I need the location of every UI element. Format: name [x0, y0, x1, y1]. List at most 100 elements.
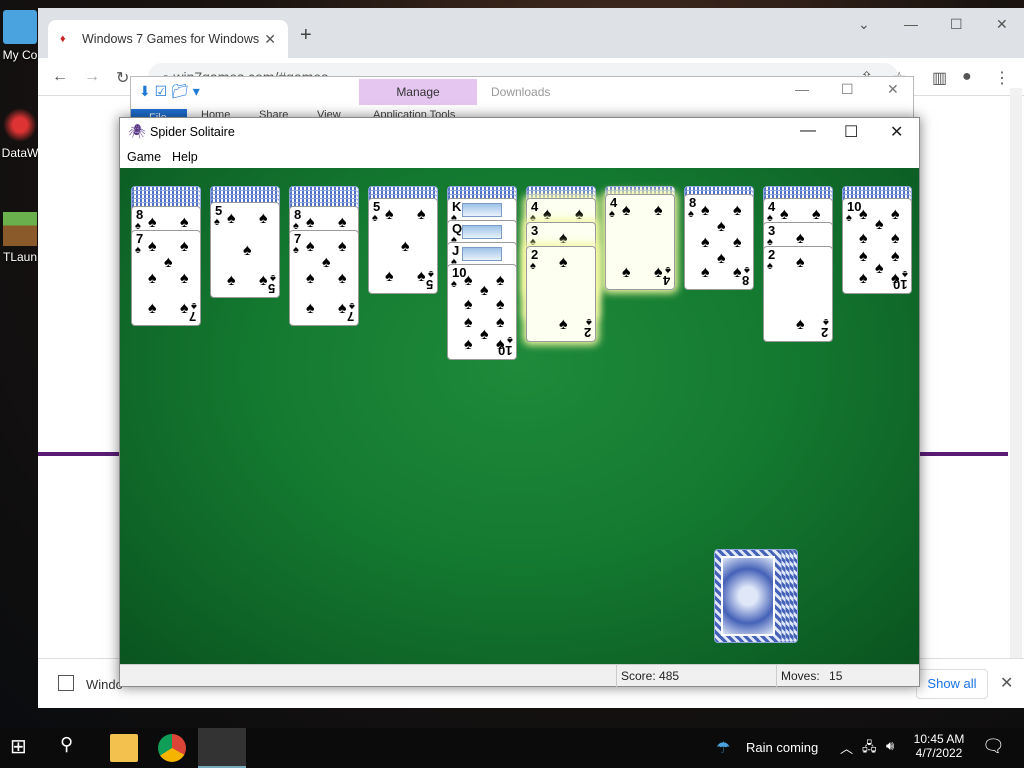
- card[interactable]: 7 ♠ ♠ ♠ ♠ ♠ ♠ ♠ ♠ 7 ♠: [131, 230, 201, 326]
- spade-pip-icon: ♠: [338, 214, 347, 231]
- notification-icon[interactable]: 🗨︎: [982, 736, 1005, 757]
- clock-time: 10:45 AM: [913, 732, 965, 746]
- spade-pip-icon: ♠: [306, 238, 315, 255]
- maximize-button[interactable]: ☐: [844, 122, 858, 142]
- spade-pip-icon: ♠: [180, 238, 189, 255]
- maximize-button[interactable]: ☐: [950, 16, 963, 33]
- minimize-button[interactable]: —: [800, 122, 816, 140]
- card[interactable]: 8 ♠ ♠ ♠ ♠ ♠ ♠ ♠ ♠ ♠ 8 ♠: [684, 194, 754, 290]
- spade-pip-icon: ♠: [559, 230, 568, 247]
- back-icon[interactable]: ←: [52, 68, 68, 86]
- menu-help[interactable]: Help: [172, 150, 198, 164]
- game-board[interactable]: 8♠♠♠♠♠♠♠♠♠7♠♠♠♠♠♠♠♠7♠5♠♠♠♠♠♠5♠8♠♠♠♠♠♠♠♠♠…: [120, 168, 919, 664]
- page-divider: [38, 452, 120, 456]
- spade-icon: ♠: [767, 260, 773, 272]
- search-icon[interactable]: ⚲: [60, 734, 88, 762]
- network-icon[interactable]: 🖧︎: [862, 738, 877, 760]
- menu-game[interactable]: Game: [127, 150, 161, 164]
- desktop-icon-my-computer[interactable]: My Co: [0, 10, 40, 62]
- spade-pip-icon: ♠: [496, 296, 505, 313]
- desktop-icon-tlauncher[interactable]: TLaun: [0, 212, 40, 264]
- chrome-icon[interactable]: [158, 734, 186, 762]
- minimize-button[interactable]: —: [904, 16, 918, 32]
- browser-tab[interactable]: ♦ Windows 7 Games for Windows ✕: [48, 20, 288, 58]
- close-download-shelf-icon[interactable]: ✕: [1000, 673, 1013, 693]
- spade-pip-icon: ♠: [227, 272, 236, 289]
- close-window-button[interactable]: ✕: [996, 16, 1008, 33]
- desktop-icon-label: My Co: [2, 48, 38, 62]
- spade-pip-icon: ♠: [559, 316, 568, 333]
- spade-icon: ♠: [191, 300, 197, 312]
- spade-icon: ♠: [507, 334, 513, 346]
- start-windows-icon[interactable]: ⊞: [10, 734, 38, 762]
- face-card-art: [462, 203, 502, 217]
- spade-pip-icon: ♠: [401, 238, 410, 255]
- download-arrow-icon[interactable]: ⬇ ☑ 📁︎ ▾: [139, 83, 200, 100]
- stock-card[interactable]: [714, 549, 782, 643]
- spade-icon: ♠: [372, 212, 378, 224]
- file-explorer-icon[interactable]: [110, 734, 138, 762]
- spider-solitaire-taskbar-icon[interactable]: [198, 728, 246, 768]
- status-bar: Score: 485 Moves: 15: [120, 664, 919, 687]
- spider-icon: 🕷︎: [128, 123, 146, 139]
- spade-pip-icon: ♠: [717, 218, 726, 235]
- card[interactable]: 2 ♠ ♠ ♠ 2 ♠: [763, 246, 833, 342]
- close-tab-icon[interactable]: ✕: [264, 31, 276, 48]
- forward-icon[interactable]: →: [84, 68, 100, 86]
- spade-icon: ♠: [135, 244, 141, 256]
- profile-avatar-icon[interactable]: ●: [962, 68, 972, 86]
- spade-pip-icon: ♠: [875, 260, 884, 277]
- desktop-icon-label: TLaun: [2, 250, 38, 264]
- clock[interactable]: 10:45 AM 4/7/2022: [912, 732, 966, 760]
- spade-pip-icon: ♠: [701, 202, 710, 219]
- card[interactable]: 5 ♠ ♠ ♠ ♠ ♠ ♠ 5 ♠: [210, 202, 280, 298]
- show-all-button[interactable]: Show all: [916, 669, 988, 699]
- spade-pip-icon: ♠: [780, 206, 789, 223]
- spade-icon: ♠: [902, 268, 908, 280]
- taskbar: ⊞ ⚲ ☂ Rain coming ︿ 🖧︎ 🔊︎ 10:45 AM 4/7/2…: [0, 728, 1024, 768]
- spade-pip-icon: ♠: [654, 202, 663, 219]
- spade-icon: ♠: [688, 208, 694, 220]
- close-button[interactable]: ✕: [887, 81, 899, 98]
- spade-pip-icon: ♠: [859, 230, 868, 247]
- page-scrollbar[interactable]: [1010, 88, 1022, 658]
- card[interactable]: 4 ♠ ♠ ♠ ♠ ♠ 4 ♠: [605, 194, 675, 290]
- card[interactable]: 7 ♠ ♠ ♠ ♠ ♠ ♠ ♠ ♠ 7 ♠: [289, 230, 359, 326]
- file-icon: [58, 675, 74, 691]
- spider-web-icon: [3, 108, 37, 142]
- spade-pip-icon: ♠: [464, 336, 473, 353]
- spade-pip-icon: ♠: [148, 214, 157, 231]
- download-item[interactable]: Windo: [86, 677, 123, 692]
- desktop-icon-dataw[interactable]: DataW: [0, 108, 40, 160]
- spade-pip-icon: ♠: [180, 270, 189, 287]
- spade-pip-icon: ♠: [654, 264, 663, 281]
- chevron-up-icon[interactable]: ︿: [840, 738, 853, 757]
- spade-icon: ♠: [665, 264, 671, 276]
- spade-icon: ♠: [744, 264, 750, 276]
- card[interactable]: 5 ♠ ♠ ♠ ♠ ♠ ♠ 5 ♠: [368, 198, 438, 294]
- minimize-button[interactable]: —: [795, 81, 809, 97]
- card[interactable]: 10 ♠ ♠ ♠ ♠ ♠ ♠ ♠ ♠ ♠ ♠ ♠ 10 ♠: [447, 264, 517, 360]
- spade-pip-icon: ♠: [164, 254, 173, 271]
- spade-pip-icon: ♠: [796, 254, 805, 271]
- spade-pip-icon: ♠: [338, 300, 347, 317]
- close-button[interactable]: ✕: [890, 122, 903, 142]
- side-panel-icon[interactable]: ▥: [932, 68, 947, 88]
- card[interactable]: 2 ♠ ♠ ♠ 2 ♠: [526, 246, 596, 342]
- volume-icon[interactable]: 🔊︎: [886, 738, 894, 754]
- reload-icon[interactable]: ↻: [116, 68, 129, 88]
- new-tab-button[interactable]: +: [300, 24, 312, 47]
- spade-pip-icon: ♠: [622, 202, 631, 219]
- spade-pip-icon: ♠: [575, 206, 584, 223]
- spade-pip-icon: ♠: [812, 206, 821, 223]
- spade-pip-icon: ♠: [796, 316, 805, 333]
- favicon-icon: ♦: [60, 33, 66, 45]
- menu-kebab-icon[interactable]: ⋮: [994, 68, 1010, 88]
- tab-search-icon[interactable]: ⌄: [858, 16, 870, 33]
- spade-pip-icon: ♠: [180, 300, 189, 317]
- spade-pip-icon: ♠: [306, 214, 315, 231]
- weather-text[interactable]: Rain coming: [746, 740, 818, 755]
- maximize-button[interactable]: ☐: [841, 81, 854, 98]
- tab-manage[interactable]: Manage: [359, 79, 477, 105]
- card[interactable]: 10 ♠ ♠ ♠ ♠ ♠ ♠ ♠ ♠ ♠ ♠ ♠ 10 ♠: [842, 198, 912, 294]
